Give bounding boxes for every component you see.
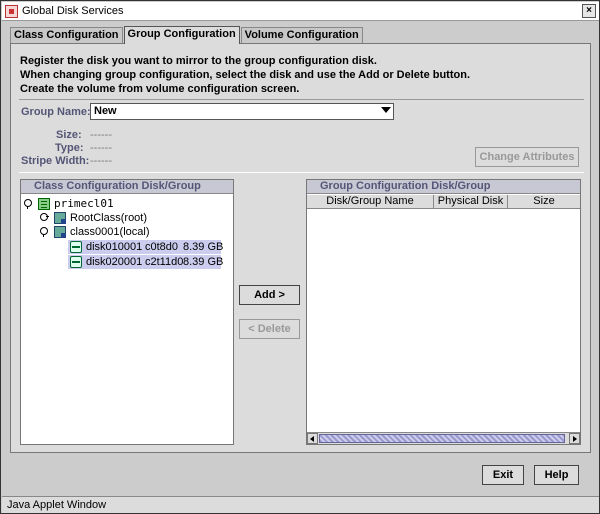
main-window: Global Disk Services × Class Configurati… xyxy=(0,0,600,514)
group-name-select[interactable]: New xyxy=(90,103,394,120)
disk-device: c0t8d0 xyxy=(145,241,179,253)
stripe-width-value: ------ xyxy=(90,155,112,167)
tab-bar: Class Configuration Group Configuration … xyxy=(10,26,364,44)
class-icon xyxy=(54,226,66,238)
disk-size: 8.39 GB xyxy=(183,256,224,268)
column-header-disk-group-name[interactable]: Disk/Group Name xyxy=(307,195,434,209)
type-value: ------ xyxy=(90,142,112,154)
change-attributes-button[interactable]: Change Attributes xyxy=(475,147,579,167)
type-label: Type: xyxy=(55,142,84,154)
instruction-line: Create the volume from volume configurat… xyxy=(20,83,300,95)
scroll-right-icon[interactable] xyxy=(569,433,580,444)
node-label: class0001(local) xyxy=(70,226,150,238)
instruction-line: Register the disk you want to mirror to … xyxy=(20,55,377,67)
add-button[interactable]: Add > xyxy=(239,285,300,305)
node-label: RootClass(root) xyxy=(70,212,148,224)
tree-node-disk010001[interactable]: disk010001 c0t8d0 8.39 GB xyxy=(68,240,224,254)
instruction-line: When changing group configuration, selec… xyxy=(20,69,471,81)
disk-icon xyxy=(70,241,82,253)
tab-class-configuration[interactable]: Class Configuration xyxy=(10,27,123,44)
window-title: Global Disk Services xyxy=(22,5,124,17)
class-configuration-tree-panel: Class Configuration Disk/Group primecl01… xyxy=(20,179,234,445)
size-label: Size: xyxy=(56,129,82,141)
tree-node-disk020001[interactable]: disk020001 c2t11d0 8.39 GB xyxy=(68,255,224,269)
table-header: Disk/Group Name Physical Disk Size xyxy=(307,195,580,209)
disk-size: 8.39 GB xyxy=(183,241,224,253)
tree-node-rootclass[interactable]: RootClass(root) xyxy=(39,211,179,225)
help-button[interactable]: Help xyxy=(534,465,579,485)
disk-icon xyxy=(70,256,82,268)
expand-icon[interactable] xyxy=(23,199,33,209)
disk-name: disk020001 xyxy=(86,256,143,268)
instructions: Register the disk you want to mirror to … xyxy=(20,54,470,96)
tree-node-primecl01[interactable]: primecl01 xyxy=(23,197,173,211)
tab-group-configuration[interactable]: Group Configuration xyxy=(123,26,240,44)
group-configuration-table-panel: Group Configuration Disk/Group Disk/Grou… xyxy=(306,179,581,445)
exit-button[interactable]: Exit xyxy=(482,465,524,485)
chevron-down-icon xyxy=(381,107,391,113)
group-name-value: New xyxy=(94,105,117,117)
column-header-size[interactable]: Size xyxy=(508,195,580,209)
horizontal-scrollbar[interactable] xyxy=(307,432,580,444)
scroll-left-icon[interactable] xyxy=(307,433,318,444)
disk-device: c2t11d0 xyxy=(145,256,184,268)
stripe-width-label: Stripe Width: xyxy=(21,155,90,167)
group-configuration-panel: Register the disk you want to mirror to … xyxy=(10,43,591,453)
server-icon xyxy=(38,198,50,210)
class-icon xyxy=(54,212,66,224)
status-bar: Java Applet Window xyxy=(2,496,599,513)
collapse-icon[interactable] xyxy=(39,213,49,223)
size-value: ------ xyxy=(90,129,112,141)
tree-node-class0001[interactable]: class0001(local) xyxy=(39,225,179,239)
column-header-physical-disk[interactable]: Physical Disk xyxy=(434,195,508,209)
app-icon xyxy=(5,5,18,18)
delete-button[interactable]: < Delete xyxy=(239,319,300,339)
group-name-label: Group Name: xyxy=(21,106,91,118)
group-panel-header: Group Configuration Disk/Group xyxy=(307,180,580,194)
scrollbar-thumb[interactable] xyxy=(319,434,565,443)
tab-volume-configuration[interactable]: Volume Configuration xyxy=(240,27,363,44)
disk-name: disk010001 xyxy=(86,241,143,253)
node-label: primecl01 xyxy=(54,197,114,210)
expand-icon[interactable] xyxy=(39,227,49,237)
class-panel-header: Class Configuration Disk/Group xyxy=(21,180,233,194)
close-button[interactable]: × xyxy=(582,4,596,18)
title-bar: Global Disk Services × xyxy=(2,2,599,21)
